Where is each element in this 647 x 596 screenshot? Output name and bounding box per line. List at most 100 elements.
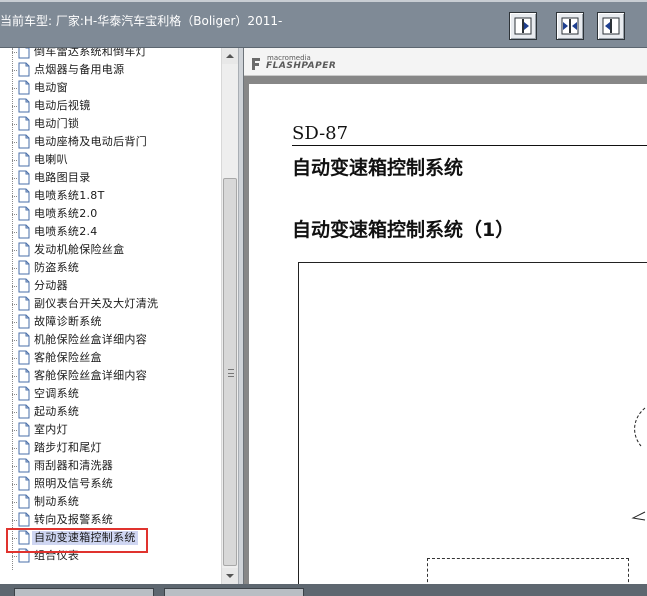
document-icon [18, 296, 30, 311]
tree-item[interactable]: 电喇叭 [12, 151, 217, 169]
tree-guide-line [12, 48, 13, 570]
document-icon [18, 494, 30, 509]
tree-item[interactable]: 室内灯 [12, 421, 217, 439]
caret-down-icon [226, 574, 234, 578]
document-icon [18, 368, 30, 383]
tree-item[interactable]: 电动后视镜 [12, 97, 217, 115]
tree-item[interactable]: 空调系统 [12, 385, 217, 403]
tree-item-label: 点烟器与备用电源 [34, 63, 125, 76]
tree-item[interactable]: 电动座椅及电动后背门 [12, 133, 217, 151]
document-icon [18, 422, 30, 437]
document-icon [18, 80, 30, 95]
document-icon [18, 188, 30, 203]
tree-item[interactable]: 制动系统 [12, 493, 217, 511]
bottom-bar [0, 584, 647, 596]
document-icon [18, 314, 30, 329]
scroll-down-button[interactable] [222, 568, 238, 584]
tree-item-label: 分动器 [34, 279, 68, 292]
tree-item[interactable]: 分动器 [12, 277, 217, 295]
tree-item-label: 室内灯 [34, 423, 68, 436]
document-icon [18, 440, 30, 455]
tree-item[interactable]: 防盗系统 [12, 259, 217, 277]
document-icon [18, 206, 30, 221]
document-icon [18, 278, 30, 293]
split-right-icon [602, 17, 620, 35]
split-center-button[interactable] [556, 12, 584, 40]
tree-item[interactable]: 照明及信号系统 [12, 475, 217, 493]
page-code: SD-87 [292, 123, 349, 144]
tree-item-label: 倒车雷达系统和倒车灯 [34, 48, 147, 58]
tree-item-label: 电动座椅及电动后背门 [34, 135, 147, 148]
tree-item[interactable]: 客舱保险丝盒详细内容 [12, 367, 217, 385]
tree-item-label: 起动系统 [34, 405, 80, 418]
tree-item-label: 客舱保险丝盒详细内容 [34, 369, 147, 382]
tree-item-label: 电喷系统1.8T [34, 189, 105, 202]
document-icon [18, 134, 30, 149]
tree-item-label: 转向及报警系统 [34, 513, 114, 526]
tree-item[interactable]: 踏步灯和尾灯 [12, 439, 217, 457]
tree-item[interactable]: 客舱保险丝盒 [12, 349, 217, 367]
document-icon [18, 350, 30, 365]
tree-item[interactable]: 点烟器与备用电源 [12, 61, 217, 79]
tree-item[interactable]: 副仪表台开关及大灯清洗 [12, 295, 217, 313]
tree-item-label: 电路图目录 [34, 171, 91, 184]
tree-item[interactable]: 故障诊断系统 [12, 313, 217, 331]
tree-item[interactable]: 电喷系统2.0 [12, 205, 217, 223]
tree-item[interactable]: 电路图目录 [12, 169, 217, 187]
tree-item[interactable]: 电喷系统2.4 [12, 223, 217, 241]
tree-item-label: 发动机舱保险丝盒 [34, 243, 125, 256]
tree-item[interactable]: 电动门锁 [12, 115, 217, 133]
flashpaper-toolbar: macromedia FLASHPAPER [244, 48, 647, 76]
document-icon [18, 404, 30, 419]
scroll-thumb[interactable] [223, 178, 237, 566]
tree-item-label: 踏步灯和尾灯 [34, 441, 102, 454]
document-icon [18, 170, 30, 185]
document-viewer[interactable]: SD-87 自动变速箱控制系统 自动变速箱控制系统（1） [244, 76, 647, 596]
bottom-tab-1[interactable] [14, 588, 154, 596]
tree-item[interactable]: 发动机舱保险丝盒 [12, 241, 217, 259]
document-icon [18, 476, 30, 491]
document-icon [18, 62, 30, 77]
tree-item-label: 客舱保险丝盒 [34, 351, 102, 364]
current-model-title: 当前车型: 厂家:H-华泰汽车宝利格（Boliger）2011- [0, 14, 283, 28]
tree-item[interactable]: 转向及报警系统 [12, 511, 217, 529]
tree-item-label: 故障诊断系统 [34, 315, 102, 328]
tree-item-label: 电喇叭 [34, 153, 68, 166]
document-icon [18, 48, 30, 59]
document-icon [18, 458, 30, 473]
tree-scrollbar[interactable] [221, 48, 238, 584]
top-bar: 当前车型: 厂家:H-华泰汽车宝利格（Boliger）2011- [0, 0, 647, 48]
split-center-icon [561, 17, 579, 35]
bottom-tab-2[interactable] [164, 588, 304, 596]
tree-item[interactable]: 倒车雷达系统和倒车灯 [12, 48, 217, 61]
tree-item-label: 照明及信号系统 [34, 477, 114, 490]
document-icon [18, 116, 30, 131]
tree-item-label: 电喷系统2.4 [34, 225, 98, 238]
tree-item-label: 机舱保险丝盒详细内容 [34, 333, 147, 346]
tree-item[interactable]: 机舱保险丝盒详细内容 [12, 331, 217, 349]
split-right-button[interactable] [597, 12, 625, 40]
split-left-icon [514, 17, 532, 35]
document-icon [18, 260, 30, 275]
tree-item[interactable]: 雨刮器和清洗器 [12, 457, 217, 475]
tree-item[interactable]: 起动系统 [12, 403, 217, 421]
scroll-up-button[interactable] [222, 48, 238, 64]
document-icon [18, 386, 30, 401]
document-icon [18, 242, 30, 257]
tree-item-label: 雨刮器和清洗器 [34, 459, 114, 472]
flashpaper-logo-icon [252, 58, 260, 70]
tree-item-label: 制动系统 [34, 495, 80, 508]
tree-item[interactable]: 电动窗 [12, 79, 217, 97]
page-title: 自动变速箱控制系统 [292, 157, 464, 179]
grip-icon [228, 369, 234, 377]
tree-item-label: 防盗系统 [34, 261, 80, 274]
page-subtitle: 自动变速箱控制系统（1） [292, 219, 515, 241]
document-icon [18, 224, 30, 239]
top-bar-highlight [0, 0, 647, 2]
document-page: SD-87 自动变速箱控制系统 自动变速箱控制系统（1） [249, 84, 647, 596]
tree-item-label: 电动窗 [34, 81, 68, 94]
split-left-button[interactable] [509, 12, 537, 40]
header-rule [292, 145, 647, 146]
tree-item-label: 电喷系统2.0 [34, 207, 98, 220]
tree-item[interactable]: 电喷系统1.8T [12, 187, 217, 205]
